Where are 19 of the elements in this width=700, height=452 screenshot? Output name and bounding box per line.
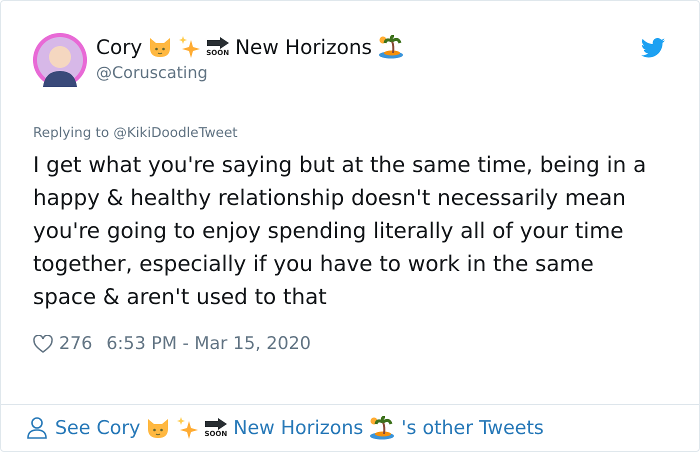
name-text: Cory	[96, 35, 142, 59]
heart-icon[interactable]	[33, 335, 53, 353]
reply-context: Replying to @KikiDoodleTweet	[33, 125, 239, 141]
arrow-icon	[206, 37, 229, 49]
bird-icon	[641, 38, 665, 58]
arrow-icon	[204, 418, 227, 430]
name-text: New Horizons	[235, 35, 372, 59]
sparkles-icon	[176, 417, 198, 439]
cat-face-icon	[148, 36, 172, 58]
tweet-text: I get what you're saying but at the same time, being in a happy & healthy relationship doesn't necessarily mean you're going to enjoy spending literally all of your time together, especially if you have to work in the same space & aren't used to that	[33, 152, 648, 312]
timestamp[interactable]: 6:53 PM - Mar 15, 2020	[106, 334, 311, 354]
island-icon	[369, 416, 396, 440]
like-count: 276	[59, 334, 92, 354]
island-icon	[378, 35, 404, 59]
cat-face-icon	[146, 417, 170, 439]
user-handle: @Coruscating	[96, 63, 209, 82]
avatar	[33, 33, 87, 87]
person-icon	[27, 417, 47, 439]
sparkles-icon	[178, 36, 200, 58]
